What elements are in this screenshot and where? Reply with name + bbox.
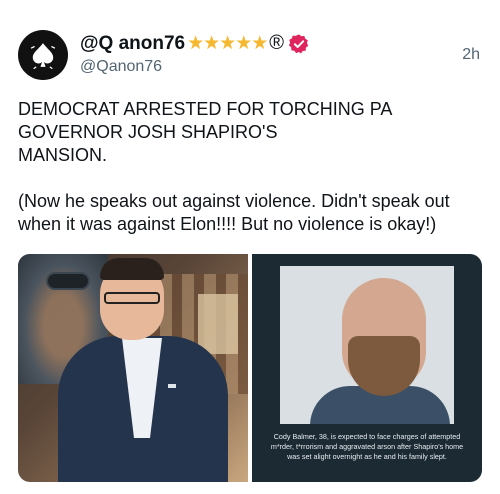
post-text-line: GOVERNOR JOSH SHAPIRO'S [18, 122, 278, 142]
glasses [104, 292, 160, 304]
lapel-pin [168, 384, 176, 388]
user-handle[interactable]: @Qanon76 [80, 58, 162, 76]
post-text-line: when it was against Elon!!!! But no viol… [18, 214, 437, 234]
display-name-text: @Q anon76 [80, 32, 186, 54]
media-image-left[interactable] [18, 254, 248, 482]
post-text-line: (Now he speaks out against violence. Did… [18, 191, 450, 211]
star-rating-icons: ★★★★★ [187, 33, 268, 54]
post[interactable]: @Q anon76 ★★★★★ ® @Qanon76 2h DEMOCRAT A… [0, 0, 500, 494]
background-window [198, 294, 238, 354]
goggles [46, 272, 90, 290]
avatar[interactable] [18, 30, 68, 80]
media-grid: Cody Balmer, 38, is expected to face cha… [18, 254, 482, 482]
post-text: DEMOCRAT ARRESTED FOR TORCHING PA GOVERN… [18, 98, 488, 236]
media-image-right[interactable]: Cody Balmer, 38, is expected to face cha… [252, 254, 482, 482]
post-timestamp[interactable]: 2h [462, 46, 480, 64]
mugshot-photo [280, 266, 454, 424]
image-caption: Cody Balmer, 38, is expected to face cha… [270, 432, 464, 461]
spade-logo-icon [30, 43, 56, 70]
registered-mark: ® [269, 32, 285, 54]
hair [100, 258, 164, 280]
verified-badge-icon [288, 33, 310, 55]
post-text-line: MANSION. [18, 145, 108, 165]
display-name[interactable]: @Q anon76 ★★★★★ ® [80, 32, 310, 55]
post-text-line: DEMOCRAT ARRESTED FOR TORCHING PA [18, 99, 393, 119]
